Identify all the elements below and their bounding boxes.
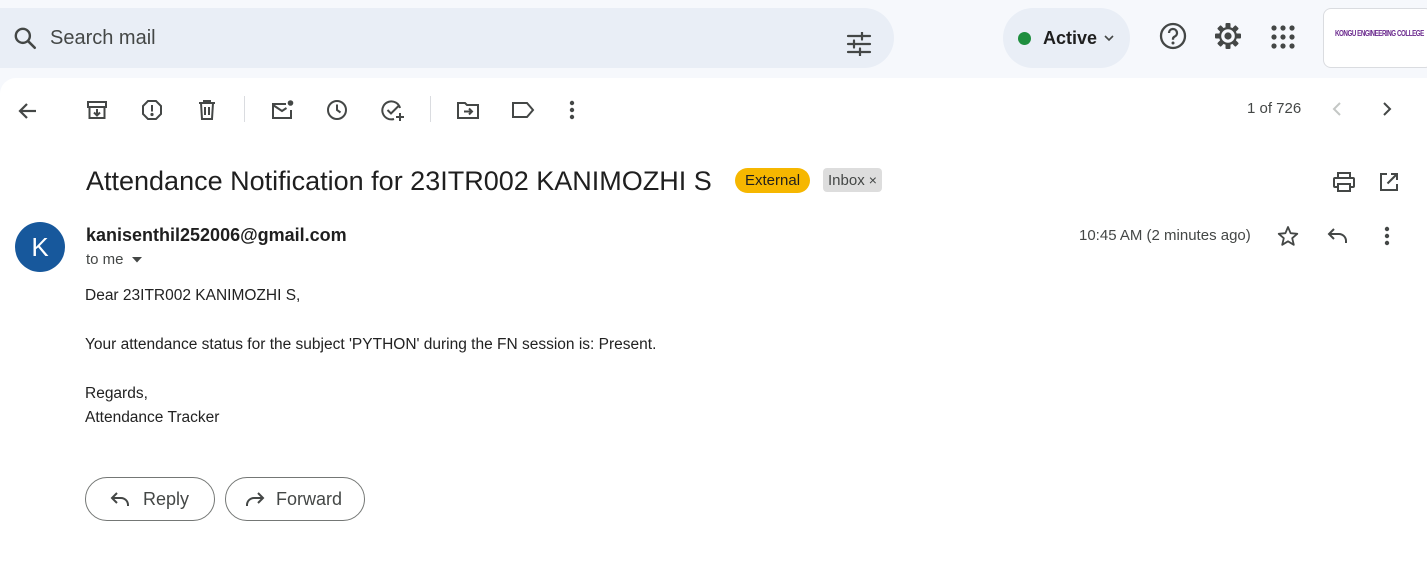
email-body-closing: Regards,	[85, 385, 148, 402]
email-timestamp: 10:45 AM (2 minutes ago)	[1079, 227, 1251, 244]
email-body-greeting: Dear 23ITR002 KANIMOZHI S,	[85, 287, 301, 304]
inbox-label-text: Inbox	[828, 172, 865, 189]
forward-arrow-icon	[243, 489, 265, 509]
reply-button-label: Reply	[143, 489, 190, 509]
account-switcher[interactable]: KONGU ENGINEERING COLLEGE	[1323, 8, 1427, 68]
settings-icon[interactable]	[1213, 21, 1243, 51]
sender-email[interactable]: kanisenthil252006@gmail.com	[86, 225, 347, 246]
message-view: 1 of 726 Attendance Notification for 23I…	[0, 78, 1427, 578]
archive-icon[interactable]	[86, 99, 108, 121]
remove-label-button[interactable]: ×	[869, 172, 877, 188]
toolbar-divider	[244, 96, 245, 122]
label-icon[interactable]	[511, 99, 535, 121]
star-icon[interactable]	[1277, 225, 1299, 247]
reply-arrow-icon	[110, 489, 132, 509]
email-body-signature: Attendance Tracker	[85, 409, 220, 426]
inbox-label: Inbox ×	[823, 168, 882, 192]
forward-button-label: Forward	[276, 489, 343, 509]
recipient-line: to me	[86, 251, 124, 268]
email-subject: Attendance Notification for 23ITR002 KAN…	[86, 166, 712, 196]
search-options-icon[interactable]	[846, 32, 872, 56]
open-in-new-window-icon[interactable]	[1378, 171, 1400, 193]
search-input[interactable]	[50, 24, 810, 52]
organization-logo: KONGU ENGINEERING COLLEGE	[1335, 29, 1424, 38]
reply-icon[interactable]	[1326, 226, 1350, 246]
chevron-down-icon	[1103, 32, 1115, 44]
sender-avatar[interactable]: K	[15, 222, 65, 272]
pagination-count: 1 of 726	[1247, 100, 1302, 117]
status-selector[interactable]: Active	[1003, 8, 1130, 68]
report-spam-icon[interactable]	[141, 99, 163, 121]
back-arrow-icon[interactable]	[16, 99, 40, 123]
message-more-options-icon[interactable]	[1381, 225, 1393, 247]
more-options-icon[interactable]	[566, 99, 578, 121]
mark-unread-icon[interactable]	[271, 99, 295, 121]
reply-button[interactable]: Reply	[85, 477, 215, 521]
help-icon[interactable]	[1158, 21, 1188, 51]
search-bar[interactable]	[0, 8, 894, 68]
older-chevron-right-icon[interactable]	[1380, 101, 1394, 117]
external-label: External	[735, 168, 811, 193]
delete-icon[interactable]	[197, 99, 217, 121]
email-body-message: Your attendance status for the subject '…	[85, 336, 657, 353]
status-label: Active	[1043, 28, 1098, 48]
search-icon[interactable]	[12, 25, 38, 51]
move-to-icon[interactable]	[456, 99, 480, 121]
print-icon[interactable]	[1332, 171, 1356, 193]
apps-grid-icon[interactable]	[1270, 24, 1296, 50]
toolbar-divider	[430, 96, 431, 122]
show-details-caret-icon[interactable]	[131, 256, 143, 264]
snooze-clock-icon[interactable]	[326, 99, 348, 121]
newer-chevron-left-icon[interactable]	[1330, 101, 1344, 117]
forward-button[interactable]: Forward	[225, 477, 365, 521]
add-to-tasks-icon[interactable]	[381, 99, 405, 123]
status-dot	[1018, 32, 1031, 45]
